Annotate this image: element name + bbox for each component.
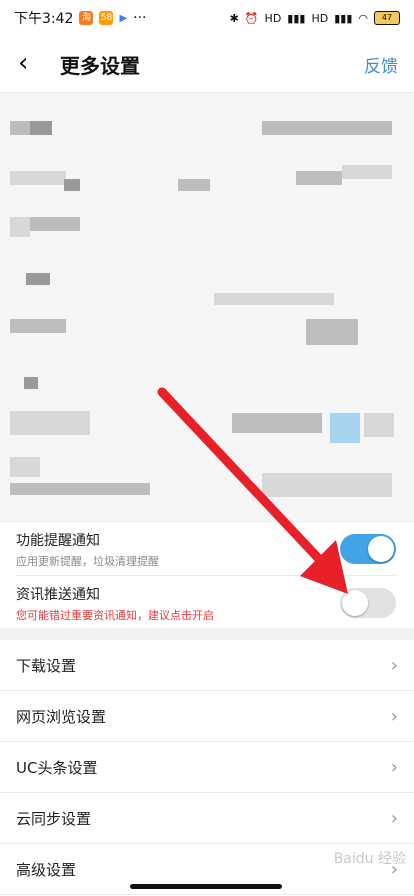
menu-item-uc-headline-settings[interactable]: UC头条设置 › bbox=[0, 742, 414, 793]
app-58-icon: 58 bbox=[99, 11, 114, 25]
chevron-right-icon: › bbox=[390, 654, 398, 676]
signal-hd-1: HD bbox=[264, 11, 282, 25]
status-bar: 下午3:42 淘 58 ▶ ··· ✱ ⏰ HD ▮▮▮ HD ▮▮▮ ◠ 47 bbox=[0, 0, 414, 36]
page-title: 更多设置 bbox=[60, 54, 140, 78]
menu-item-cloud-sync-settings[interactable]: 云同步设置 › bbox=[0, 793, 414, 844]
signal-hd-2: HD bbox=[311, 11, 329, 25]
status-time: 下午3:42 bbox=[14, 11, 74, 27]
chevron-right-icon: › bbox=[390, 705, 398, 727]
function-reminder-row[interactable]: 功能提醒通知 应用更新提醒，垃圾清理提醒 bbox=[0, 524, 414, 574]
chevron-left-icon[interactable]: ‹ bbox=[18, 48, 28, 78]
signal-icon: ▮▮▮ bbox=[287, 11, 306, 25]
wifi-icon: ◠ bbox=[358, 11, 368, 25]
battery-icon: 47 bbox=[374, 11, 400, 25]
menu-label: UC头条设置 bbox=[16, 758, 98, 777]
menu-item-web-browsing-settings[interactable]: 网页浏览设置 › bbox=[0, 691, 414, 742]
chevron-right-icon: › bbox=[390, 756, 398, 778]
header: ‹ 更多设置 反馈 bbox=[0, 40, 414, 88]
blurred-content bbox=[0, 92, 414, 523]
baidu-watermark-logo: Baidu 经验 bbox=[333, 851, 406, 867]
news-push-row[interactable]: 资讯推送通知 您可能错过重要资讯通知，建议点击开启 bbox=[0, 576, 414, 628]
news-push-toggle[interactable] bbox=[340, 588, 396, 618]
menu-label: 网页浏览设置 bbox=[16, 707, 107, 726]
menu-label: 高级设置 bbox=[16, 860, 77, 879]
alarm-icon: ⏰ bbox=[244, 11, 259, 25]
play-icon: ▶ bbox=[119, 12, 128, 24]
bluetooth-icon: ✱ bbox=[229, 11, 239, 25]
menu-label: 云同步设置 bbox=[16, 809, 92, 828]
taobao-icon: 淘 bbox=[79, 11, 94, 25]
feedback-link[interactable]: 反馈 bbox=[364, 52, 398, 77]
menu-item-download-settings[interactable]: 下载设置 › bbox=[0, 640, 414, 691]
home-indicator[interactable] bbox=[130, 884, 282, 889]
chevron-right-icon: › bbox=[390, 807, 398, 829]
menu-label: 下载设置 bbox=[16, 656, 77, 675]
more-notifications-icon: ··· bbox=[133, 10, 147, 26]
signal-icon: ▮▮▮ bbox=[334, 11, 353, 25]
function-reminder-toggle[interactable] bbox=[340, 534, 396, 564]
section-gap bbox=[0, 628, 414, 640]
